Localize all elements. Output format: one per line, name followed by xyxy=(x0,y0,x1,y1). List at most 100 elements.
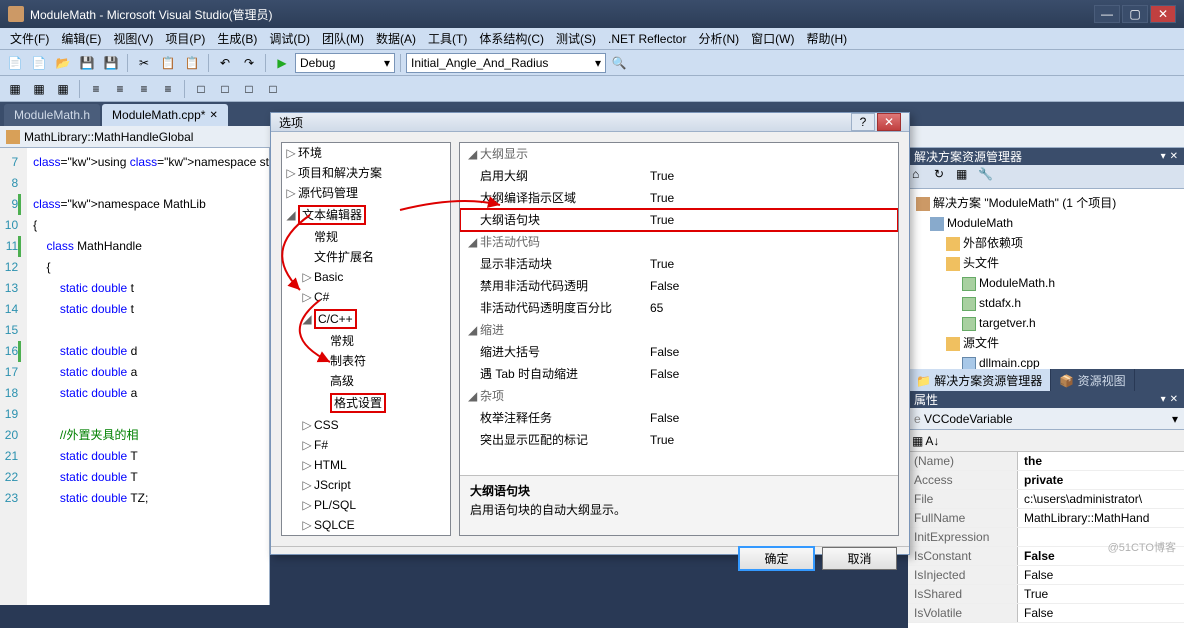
prop-row[interactable]: 大纲编译指示区域True xyxy=(460,187,898,209)
menu-reflector[interactable]: .NET Reflector xyxy=(602,30,692,48)
minimize-button[interactable]: — xyxy=(1094,5,1120,23)
maximize-button[interactable]: ▢ xyxy=(1122,5,1148,23)
options-tree[interactable]: ▷环境▷项目和解决方案▷源代码管理◢文本编辑器常规文件扩展名▷Basic▷C#◢… xyxy=(281,142,451,536)
alpha-sort-icon[interactable]: A↓ xyxy=(925,434,939,448)
property-row[interactable]: IsVolatileFalse xyxy=(908,604,1184,623)
tree-item[interactable]: 常规 xyxy=(282,331,450,351)
pin-icon[interactable]: ▾ xyxy=(1161,151,1166,162)
menu-view[interactable]: 视图(V) xyxy=(107,28,159,49)
show-all-icon[interactable]: ▦ xyxy=(956,167,976,187)
solution-item[interactable]: 源文件 xyxy=(912,333,1180,353)
menu-edit[interactable]: 编辑(E) xyxy=(55,28,107,49)
menu-tools[interactable]: 工具(T) xyxy=(422,28,473,49)
close-button[interactable]: ✕ xyxy=(1150,5,1176,23)
menu-window[interactable]: 窗口(W) xyxy=(745,28,800,49)
menu-test[interactable]: 测试(S) xyxy=(550,28,602,49)
code-editor[interactable]: 78 910 1112 1314 1516 1718 1920 2122 23 … xyxy=(0,148,270,605)
tree-item[interactable]: ▷环境 xyxy=(282,143,450,163)
tb-icon[interactable]: ≡ xyxy=(109,78,131,100)
help-button[interactable]: ? xyxy=(851,113,875,131)
save-all-icon[interactable]: 💾 xyxy=(100,52,122,74)
tree-item[interactable]: 常规 xyxy=(282,227,450,247)
tree-item[interactable]: ▷Basic xyxy=(282,267,450,287)
refresh-icon[interactable]: ↻ xyxy=(934,167,954,187)
tree-item[interactable]: 高级 xyxy=(282,371,450,391)
menu-build[interactable]: 生成(B) xyxy=(211,28,263,49)
code-body[interactable]: class="kw">using class="kw">namespace st… xyxy=(27,148,269,605)
close-icon[interactable]: ✕ xyxy=(209,110,217,121)
pane-close-icon[interactable]: ✕ xyxy=(1170,151,1178,162)
tree-item[interactable]: ▷源代码管理 xyxy=(282,183,450,203)
ok-button[interactable]: 确定 xyxy=(739,547,814,570)
tb-icon[interactable]: ▦ xyxy=(52,78,74,100)
config-combo[interactable]: Debug▾ xyxy=(295,53,395,73)
prop-row[interactable]: 突出显示匹配的标记True xyxy=(460,429,898,451)
solution-tree[interactable]: 解决方案 "ModuleMath" (1 个项目) ModuleMath外部依赖… xyxy=(908,189,1184,369)
categorize-icon[interactable]: ▦ xyxy=(912,434,923,448)
tb-icon[interactable]: □ xyxy=(262,78,284,100)
tree-item[interactable]: ▷PL/SQL xyxy=(282,495,450,515)
prop-row[interactable]: 显示非活动块True xyxy=(460,253,898,275)
redo-icon[interactable]: ↷ xyxy=(238,52,260,74)
menu-team[interactable]: 团队(M) xyxy=(316,28,370,49)
tree-item[interactable]: 制表符 xyxy=(282,351,450,371)
solution-item[interactable]: targetver.h xyxy=(912,313,1180,333)
menu-data[interactable]: 数据(A) xyxy=(370,28,422,49)
start-debug-icon[interactable]: ▶ xyxy=(271,52,293,74)
tree-item[interactable]: 文件扩展名 xyxy=(282,247,450,267)
tb-icon[interactable]: ≡ xyxy=(157,78,179,100)
tree-item[interactable]: ▷F# xyxy=(282,435,450,455)
solution-item[interactable]: ModuleMath.h xyxy=(912,273,1180,293)
dialog-close-button[interactable]: ✕ xyxy=(877,113,901,131)
home-icon[interactable]: ⌂ xyxy=(912,167,932,187)
tree-item[interactable]: 格式设置 xyxy=(282,391,450,415)
cancel-button[interactable]: 取消 xyxy=(822,547,897,570)
tab-resview[interactable]: 📦 资源视图 xyxy=(1051,369,1134,391)
prop-row[interactable]: 缩进大括号False xyxy=(460,341,898,363)
new-project-icon[interactable]: 📄 xyxy=(4,52,26,74)
tree-item[interactable]: ▷CSS xyxy=(282,415,450,435)
menu-file[interactable]: 文件(F) xyxy=(4,28,55,49)
prop-row[interactable]: 遇 Tab 时自动缩进False xyxy=(460,363,898,385)
solution-item[interactable]: dllmain.cpp xyxy=(912,353,1180,369)
property-row[interactable]: IsSharedTrue xyxy=(908,585,1184,604)
prop-row[interactable]: 禁用非活动代码透明False xyxy=(460,275,898,297)
tab-modulemath-h[interactable]: ModuleMath.h xyxy=(4,104,100,126)
solution-root[interactable]: 解决方案 "ModuleMath" (1 个项目) xyxy=(912,193,1180,213)
solution-item[interactable]: stdafx.h xyxy=(912,293,1180,313)
tb-icon[interactable]: □ xyxy=(238,78,260,100)
tb-icon[interactable]: ≡ xyxy=(133,78,155,100)
properties-icon[interactable]: 🔧 xyxy=(978,167,998,187)
property-row[interactable]: IsInjectedFalse xyxy=(908,566,1184,585)
startup-combo[interactable]: Initial_Angle_And_Radius▾ xyxy=(406,53,606,73)
cut-icon[interactable]: ✂ xyxy=(133,52,155,74)
prop-row[interactable]: 大纲语句块True xyxy=(460,209,898,231)
property-row[interactable]: (Name)the xyxy=(908,452,1184,471)
copy-icon[interactable]: 📋 xyxy=(157,52,179,74)
property-row[interactable]: Filec:\users\administrator\ xyxy=(908,490,1184,509)
tb-icon[interactable]: ▦ xyxy=(28,78,50,100)
solution-item[interactable]: ModuleMath xyxy=(912,213,1180,233)
prop-row[interactable]: 枚举注释任务False xyxy=(460,407,898,429)
prop-row[interactable]: 非活动代码透明度百分比65 xyxy=(460,297,898,319)
menu-analyze[interactable]: 分析(N) xyxy=(692,28,745,49)
undo-icon[interactable]: ↶ xyxy=(214,52,236,74)
tab-modulemath-cpp[interactable]: ModuleMath.cpp*✕ xyxy=(102,104,228,126)
tree-item[interactable]: ▷SQLCE xyxy=(282,515,450,535)
scope-combo[interactable]: MathLibrary::MathHandleGlobal xyxy=(24,130,193,144)
tb-icon[interactable]: □ xyxy=(214,78,236,100)
tree-item[interactable]: ▷HTML xyxy=(282,455,450,475)
tree-item[interactable]: ▷C# xyxy=(282,287,450,307)
property-row[interactable]: Accessprivate xyxy=(908,471,1184,490)
add-item-icon[interactable]: 📄 xyxy=(28,52,50,74)
prop-row[interactable]: 启用大纲True xyxy=(460,165,898,187)
pane-close-icon[interactable]: ✕ xyxy=(1170,394,1178,405)
menu-help[interactable]: 帮助(H) xyxy=(800,28,853,49)
tree-item[interactable]: ▷JScript xyxy=(282,475,450,495)
pin-icon[interactable]: ▾ xyxy=(1161,394,1166,405)
menu-arch[interactable]: 体系结构(C) xyxy=(473,28,550,49)
menu-project[interactable]: 项目(P) xyxy=(159,28,211,49)
tab-solexplorer[interactable]: 📁 解决方案资源管理器 xyxy=(908,369,1051,391)
save-icon[interactable]: 💾 xyxy=(76,52,98,74)
tree-item[interactable]: ▷项目和解决方案 xyxy=(282,163,450,183)
